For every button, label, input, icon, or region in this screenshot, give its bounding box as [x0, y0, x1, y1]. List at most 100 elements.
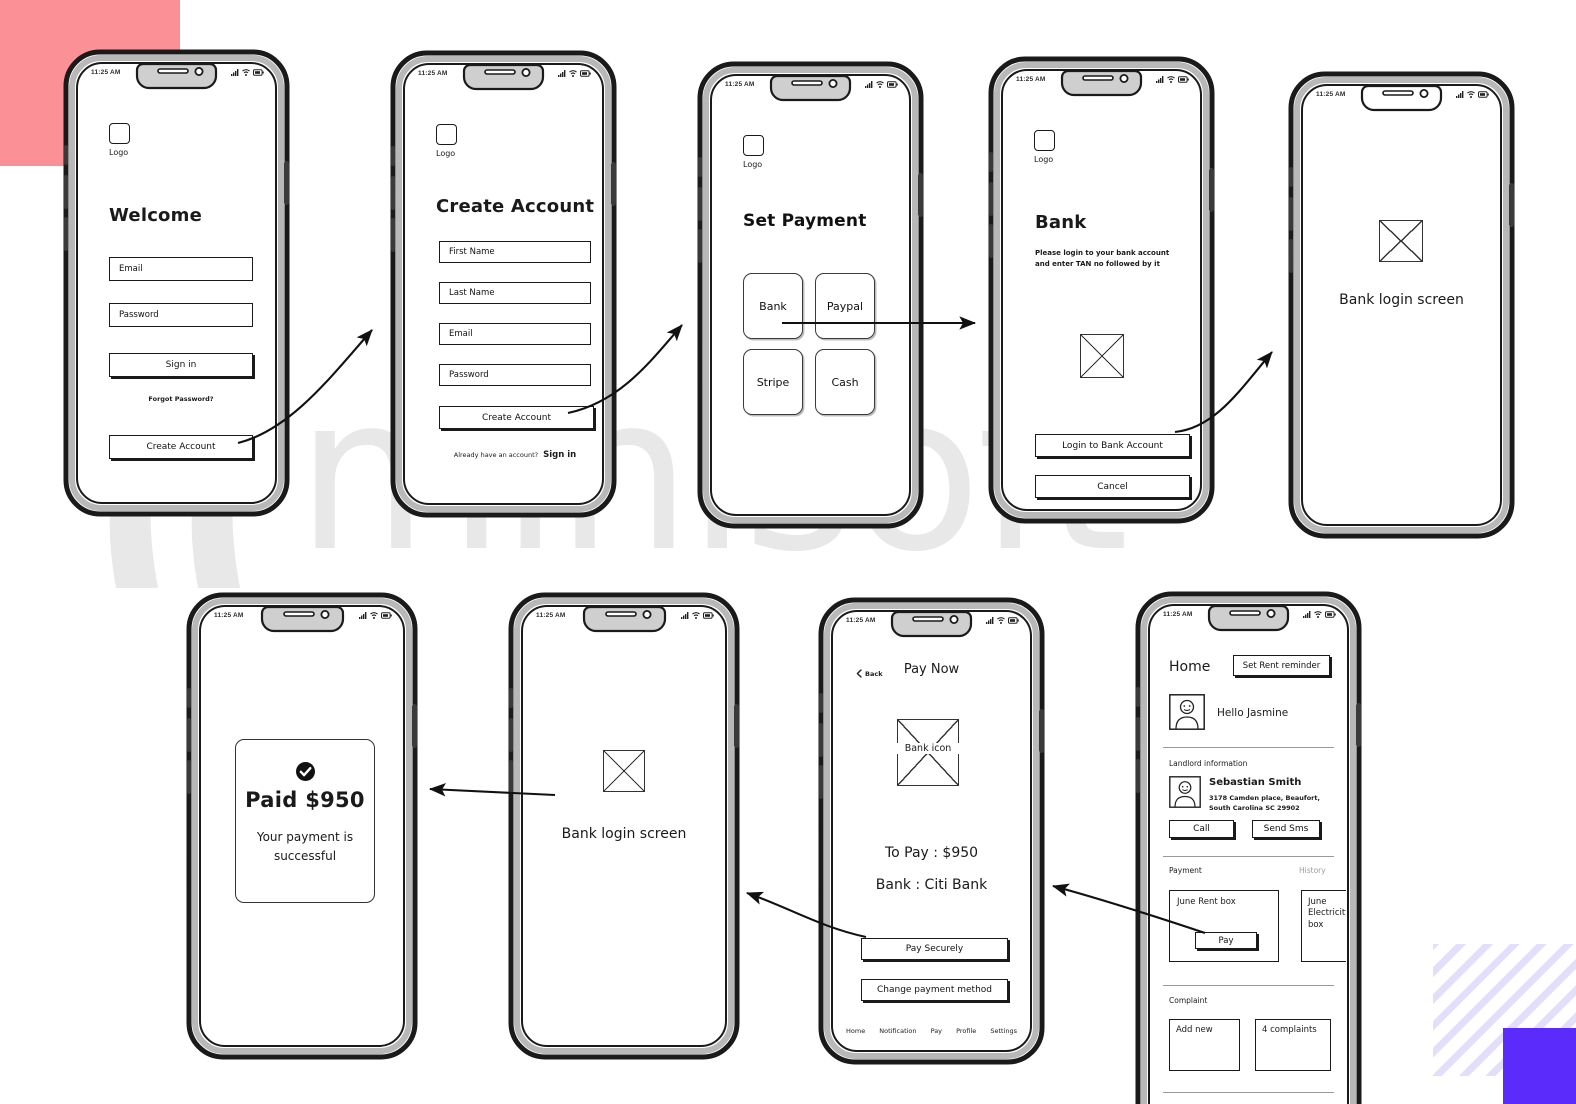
divider	[1163, 856, 1334, 858]
status-icons	[359, 612, 392, 619]
payment-tile-bank[interactable]: Bank	[743, 273, 803, 339]
battery-icon	[253, 69, 264, 76]
change-payment-method-button[interactable]: Change payment method	[861, 979, 1008, 1001]
battery-icon	[887, 81, 898, 88]
decorative-purple-square	[1503, 1028, 1576, 1104]
payment-tile-cash[interactable]: Cash	[815, 349, 875, 415]
signal-icon	[231, 69, 239, 76]
phone-frame-pay-now: 11:25 AM Back Pay Now Bank icon To Pay :…	[818, 597, 1045, 1065]
tab-profile[interactable]: Profile	[956, 1027, 976, 1035]
phone-frame-bank-login-top: 11:25 AM Bank login screen	[1288, 71, 1515, 539]
phone-frame-bank: 11:25 AM Logo Bank Please login to your …	[988, 56, 1215, 524]
sign-in-button[interactable]: Sign in	[109, 353, 253, 377]
logo-caption: Logo	[436, 149, 456, 158]
june-rent-card-label: June Rent box	[1177, 897, 1236, 907]
last-name-field[interactable]: Last Name	[439, 282, 591, 304]
logo-block: Logo	[109, 123, 130, 157]
status-bar: 11:25 AM	[406, 66, 601, 88]
status-time: 11:25 AM	[725, 81, 755, 88]
password-field[interactable]: Password	[109, 303, 253, 327]
sign-in-link[interactable]: Sign in	[543, 450, 576, 460]
status-icons	[1156, 76, 1189, 83]
june-rent-card[interactable]: June Rent box Pay	[1169, 890, 1279, 962]
history-link[interactable]: History	[1299, 866, 1326, 875]
call-button[interactable]: Call	[1169, 820, 1234, 838]
signal-icon	[359, 612, 367, 619]
paid-message-line-1: Your payment is	[256, 830, 354, 844]
status-time: 11:25 AM	[1163, 611, 1193, 618]
status-time: 11:25 AM	[91, 69, 121, 76]
divider	[1163, 747, 1334, 749]
signal-icon	[681, 612, 689, 619]
password-field-placeholder: Password	[119, 310, 159, 320]
screen-bank-login-bottom: 11:25 AM Bank login screen	[524, 608, 724, 1044]
bank-icon-caption: Bank icon	[897, 743, 959, 754]
logo-icon	[743, 135, 764, 156]
status-icons	[231, 69, 264, 76]
signal-icon	[1156, 76, 1164, 83]
email-field[interactable]: Email	[109, 257, 253, 281]
pay-button[interactable]: Pay	[1195, 932, 1257, 949]
wifi-icon	[1167, 76, 1175, 83]
set-rent-reminder-button[interactable]: Set Rent reminder	[1233, 655, 1330, 676]
signal-icon	[1303, 611, 1311, 618]
signal-icon	[986, 617, 994, 624]
complaint-section-label: Complaint	[1169, 996, 1208, 1005]
status-bar: 11:25 AM	[1151, 607, 1346, 629]
password-field[interactable]: Password	[439, 364, 591, 386]
page-title: Welcome	[109, 205, 202, 226]
sign-in-footer-text: Already have an account?	[453, 451, 539, 459]
status-bar: 11:25 AM	[524, 608, 724, 630]
screen-bank: 11:25 AM Logo Bank Please login to your …	[1004, 72, 1199, 508]
bottom-tab-bar: Home Notification Pay Profile Settings	[846, 1027, 1017, 1035]
page-title: Pay Now	[903, 662, 960, 677]
status-icons	[558, 70, 591, 77]
landlord-address-line-1: 3178 Camden place, Beaufort,	[1209, 794, 1320, 802]
email-field[interactable]: Email	[439, 323, 591, 345]
paid-amount-title: Paid $950	[245, 788, 365, 812]
login-to-bank-account-button[interactable]: Login to Bank Account	[1035, 434, 1190, 457]
tab-pay[interactable]: Pay	[931, 1027, 942, 1035]
wifi-icon	[1467, 91, 1475, 98]
phone-frame-home: 11:25 AM Home Set Rent reminder Hello Ja…	[1135, 591, 1362, 1104]
status-time: 11:25 AM	[418, 70, 448, 77]
payment-tile-stripe[interactable]: Stripe	[743, 349, 803, 415]
tab-notification[interactable]: Notification	[879, 1027, 916, 1035]
image-placeholder-icon	[1379, 220, 1423, 262]
tab-home[interactable]: Home	[846, 1027, 865, 1035]
landlord-section-label: Landlord information	[1169, 759, 1248, 768]
logo-block: Logo	[743, 135, 764, 169]
signal-icon	[1456, 91, 1464, 98]
logo-caption: Logo	[109, 148, 129, 157]
paid-message-line-2: successful	[273, 848, 337, 863]
pay-securely-button[interactable]: Pay Securely	[861, 938, 1008, 960]
wifi-icon	[242, 69, 250, 76]
june-electricity-card-label: June Electricity box	[1308, 897, 1346, 930]
status-bar: 11:25 AM	[1004, 72, 1199, 94]
create-account-button[interactable]: Create Account	[439, 406, 594, 429]
paid-message: Your payment is successful	[236, 828, 374, 865]
status-bar: 11:25 AM	[79, 65, 274, 87]
june-electricity-card[interactable]: June Electricity box	[1301, 890, 1346, 962]
wifi-icon	[569, 70, 577, 77]
page-title: Bank	[1035, 212, 1087, 233]
wifi-icon	[692, 612, 700, 619]
first-name-field[interactable]: First Name	[439, 241, 591, 263]
signal-icon	[865, 81, 873, 88]
forgot-password-link[interactable]: Forgot Password?	[109, 395, 253, 403]
battery-icon	[381, 612, 392, 619]
payment-tile-paypal[interactable]: Paypal	[815, 273, 875, 339]
logo-block: Logo	[436, 124, 457, 158]
add-new-complaint-card[interactable]: Add new	[1169, 1019, 1240, 1071]
create-account-button[interactable]: Create Account	[109, 435, 253, 459]
logo-block: Logo	[1034, 130, 1055, 164]
battery-icon	[1325, 611, 1336, 618]
battery-icon	[1008, 617, 1019, 624]
email-field-placeholder: Email	[119, 264, 143, 274]
tab-settings[interactable]: Settings	[990, 1027, 1017, 1035]
complaints-count-card[interactable]: 4 complaints	[1255, 1019, 1331, 1071]
send-sms-button[interactable]: Send Sms	[1252, 820, 1320, 838]
status-icons	[865, 81, 898, 88]
wifi-icon	[370, 612, 378, 619]
cancel-button[interactable]: Cancel	[1035, 475, 1190, 498]
